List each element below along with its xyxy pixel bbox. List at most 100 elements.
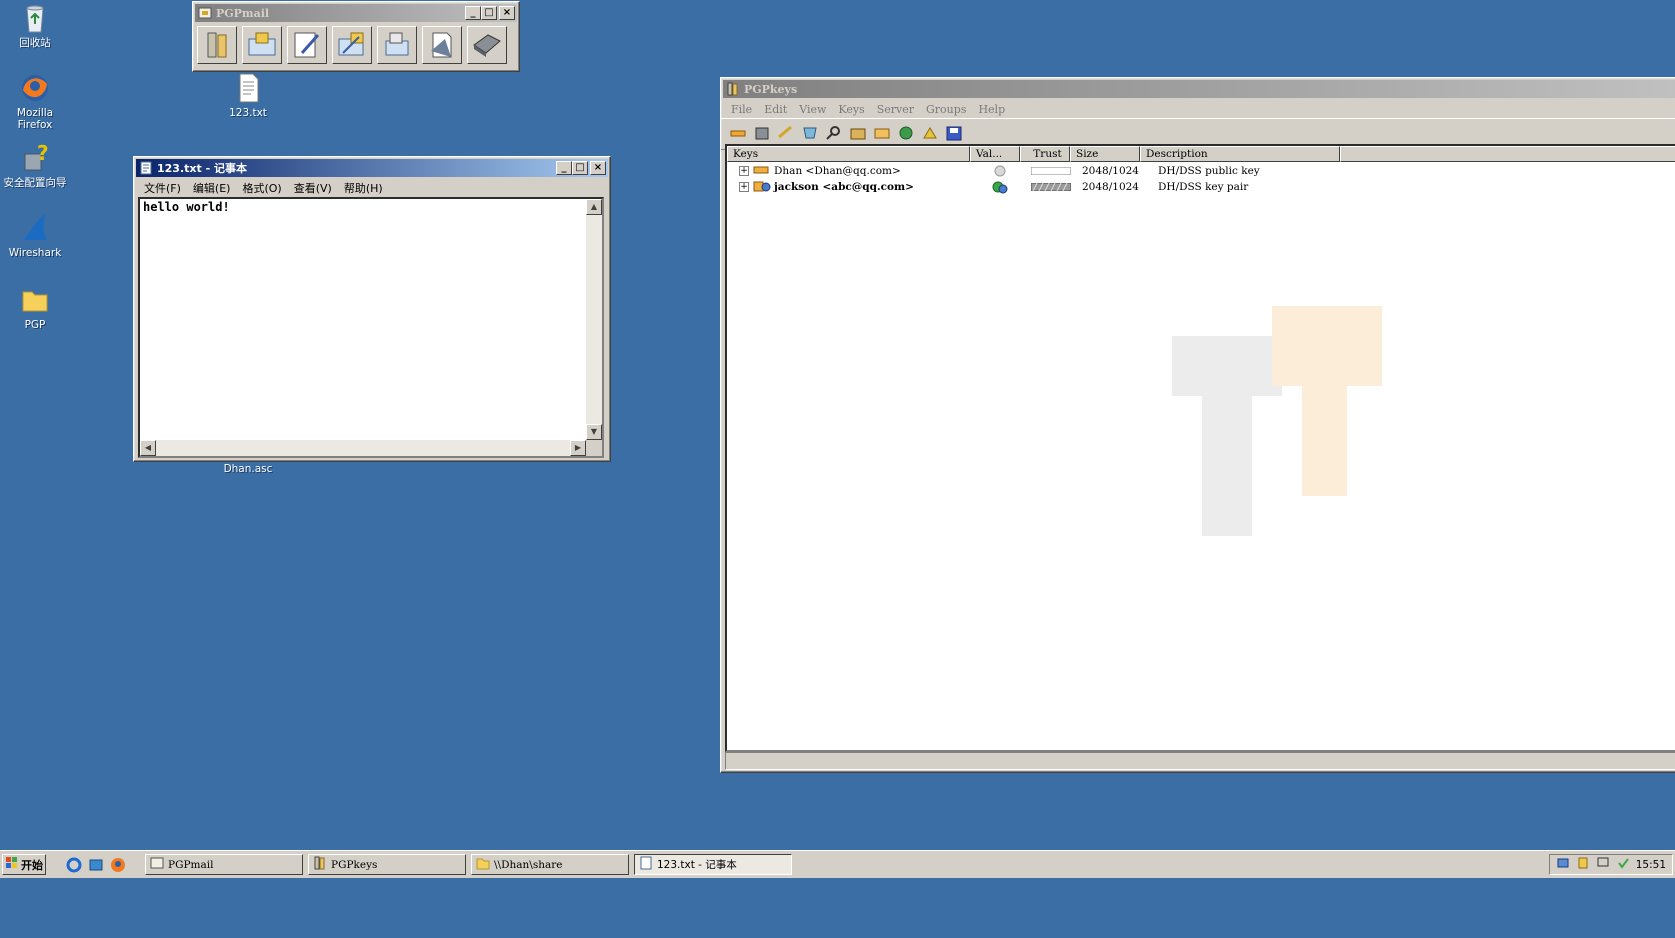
pgpkeys-app-icon bbox=[313, 856, 327, 873]
pgpmail-titlebar[interactable]: PGPmail _ □ × bbox=[195, 4, 517, 22]
firefox-quicklaunch-icon[interactable] bbox=[110, 857, 126, 873]
scroll-right-button[interactable]: ▶ bbox=[570, 440, 586, 456]
notepad-app-icon bbox=[139, 161, 153, 175]
menu-file[interactable]: File bbox=[725, 103, 758, 116]
minimize-button[interactable]: _ bbox=[465, 6, 481, 20]
horizontal-scrollbar[interactable]: ◀ ▶ bbox=[140, 440, 586, 456]
menu-file[interactable]: 文件(F) bbox=[138, 180, 187, 196]
column-validity[interactable]: Val... bbox=[970, 146, 1020, 162]
firefox-icon bbox=[19, 72, 51, 104]
column-size[interactable]: Size bbox=[1070, 146, 1140, 162]
pgp-tray-icon[interactable] bbox=[1576, 856, 1590, 873]
network-tray-icon[interactable] bbox=[1556, 856, 1570, 873]
desktop-icon-recycle-bin[interactable]: 回收站 bbox=[0, 2, 72, 49]
menu-format[interactable]: 格式(O) bbox=[236, 180, 287, 196]
task-label: PGPmail bbox=[168, 858, 214, 871]
revoke-icon[interactable] bbox=[753, 125, 771, 144]
pgpmail-window: PGPmail _ □ × bbox=[192, 1, 520, 72]
validity-green-icon bbox=[974, 180, 1026, 194]
taskbar-button-share-folder[interactable]: \\Dhan\share bbox=[471, 854, 629, 875]
menu-view[interactable]: 查看(V) bbox=[288, 180, 338, 196]
menu-groups[interactable]: Groups bbox=[920, 103, 972, 116]
save-icon[interactable] bbox=[945, 125, 963, 144]
desktop-icon-label: Wireshark bbox=[8, 247, 62, 259]
key-row[interactable]: + jackson <abc@qq.com> 2048/1024 DH/DSS … bbox=[727, 179, 1248, 195]
expand-icon[interactable]: + bbox=[739, 182, 749, 192]
encrypt-sign-button[interactable] bbox=[332, 26, 372, 64]
wipe-icon bbox=[431, 32, 452, 58]
monitor-tray-icon[interactable] bbox=[1596, 856, 1610, 873]
column-trust[interactable]: Trust bbox=[1020, 146, 1070, 162]
desktop-icon-123-txt[interactable]: 123.txt bbox=[211, 72, 285, 119]
scroll-down-button[interactable]: ▼ bbox=[586, 424, 602, 440]
pgpmail-app-icon bbox=[198, 6, 212, 20]
column-keys[interactable]: Keys bbox=[727, 146, 970, 162]
close-button[interactable]: × bbox=[499, 6, 515, 20]
notepad-app-icon bbox=[639, 856, 653, 873]
new-key-icon[interactable] bbox=[729, 125, 747, 144]
decrypt-verify-button[interactable] bbox=[377, 26, 417, 64]
taskbar-button-pgpkeys[interactable]: PGPkeys bbox=[308, 854, 466, 875]
desktop-icon-firefox[interactable]: Mozilla Firefox bbox=[0, 72, 72, 131]
taskbar-button-pgpmail[interactable]: PGPmail bbox=[145, 854, 303, 875]
scroll-left-button[interactable]: ◀ bbox=[140, 440, 156, 456]
decrypt-verify-icon bbox=[385, 32, 409, 56]
menu-view[interactable]: View bbox=[793, 103, 832, 116]
close-button[interactable]: × bbox=[590, 161, 606, 175]
vertical-scrollbar[interactable]: ▲ ▼ bbox=[586, 199, 602, 440]
maximize-button[interactable]: □ bbox=[572, 161, 588, 175]
menu-edit[interactable]: 编辑(E) bbox=[187, 180, 237, 196]
validity-grey-icon bbox=[974, 165, 1026, 177]
menu-help[interactable]: Help bbox=[972, 103, 1011, 116]
trust-bar bbox=[1026, 167, 1076, 175]
key-properties-icon[interactable] bbox=[849, 125, 867, 144]
taskbar-button-notepad[interactable]: 123.txt - 记事本 bbox=[634, 854, 792, 875]
desktop-icon-wireshark[interactable]: Wireshark bbox=[0, 212, 72, 259]
pgpmail-toolbar bbox=[193, 24, 519, 66]
show-desktop-icon[interactable] bbox=[88, 857, 104, 873]
column-description[interactable]: Description bbox=[1140, 146, 1340, 162]
pgpkeys-app-icon bbox=[726, 82, 740, 96]
notepad-window: 123.txt - 记事本 _ □ × 文件(F) 编辑(E) 格式(O) 查看… bbox=[133, 156, 611, 462]
maximize-button[interactable]: □ bbox=[481, 6, 497, 20]
search-icon[interactable] bbox=[825, 125, 843, 144]
expand-icon[interactable]: + bbox=[739, 166, 749, 176]
notepad-text-area[interactable]: hello world! ▲ ▼ ◀ ▶ bbox=[138, 197, 604, 458]
key-row[interactable]: + Dhan <Dhan@qq.com> 2048/1024 DH/DSS pu… bbox=[727, 163, 1260, 179]
pgpkeys-button[interactable] bbox=[197, 26, 237, 64]
menu-server[interactable]: Server bbox=[871, 103, 920, 116]
pgpkeys-menubar: File Edit View Keys Server Groups Help bbox=[721, 100, 1675, 118]
public-key-icon bbox=[753, 164, 771, 179]
menu-edit[interactable]: Edit bbox=[758, 103, 793, 116]
sign-key-icon[interactable] bbox=[777, 125, 795, 144]
freespace-wipe-button[interactable] bbox=[467, 26, 507, 64]
minimize-button[interactable]: _ bbox=[556, 161, 572, 175]
set-default-icon[interactable] bbox=[801, 125, 819, 144]
keys-list[interactable]: Keys Val... Trust Size Description + Dha… bbox=[725, 144, 1675, 752]
key-name: Dhan <Dhan@qq.com> bbox=[774, 165, 901, 177]
sign-button[interactable] bbox=[287, 26, 327, 64]
folder-icon bbox=[476, 856, 490, 873]
encrypt-button[interactable] bbox=[242, 26, 282, 64]
import-icon[interactable] bbox=[873, 125, 891, 144]
wipe-button[interactable] bbox=[422, 26, 462, 64]
notepad-title: 123.txt - 记事本 bbox=[157, 162, 247, 175]
key-description: DH/DSS public key bbox=[1158, 165, 1260, 177]
system-tray: 15:51 bbox=[1548, 854, 1673, 875]
desktop-icon-pgp-folder[interactable]: PGP bbox=[0, 284, 72, 331]
security-tray-icon[interactable] bbox=[1616, 856, 1630, 873]
ie-quicklaunch-icon[interactable] bbox=[66, 857, 82, 873]
size-grip[interactable] bbox=[586, 440, 602, 456]
pgpmail-app-icon bbox=[150, 856, 164, 873]
server-icon[interactable] bbox=[897, 125, 915, 144]
scroll-up-button[interactable]: ▲ bbox=[586, 199, 602, 215]
start-button[interactable]: 开始 bbox=[2, 854, 46, 875]
pgpkeys-titlebar[interactable]: PGPkeys bbox=[723, 80, 1675, 98]
menu-help[interactable]: 帮助(H) bbox=[338, 180, 389, 196]
notepad-titlebar[interactable]: 123.txt - 记事本 _ □ × bbox=[136, 159, 608, 177]
menu-keys[interactable]: Keys bbox=[832, 103, 870, 116]
desktop-icon-label: 安全配置向导 bbox=[3, 177, 67, 189]
pgpkeys-title: PGPkeys bbox=[744, 82, 798, 96]
desktop-icon-security-wizard[interactable]: ? 安全配置向导 bbox=[0, 141, 72, 189]
send-to-server-icon[interactable] bbox=[921, 125, 939, 144]
